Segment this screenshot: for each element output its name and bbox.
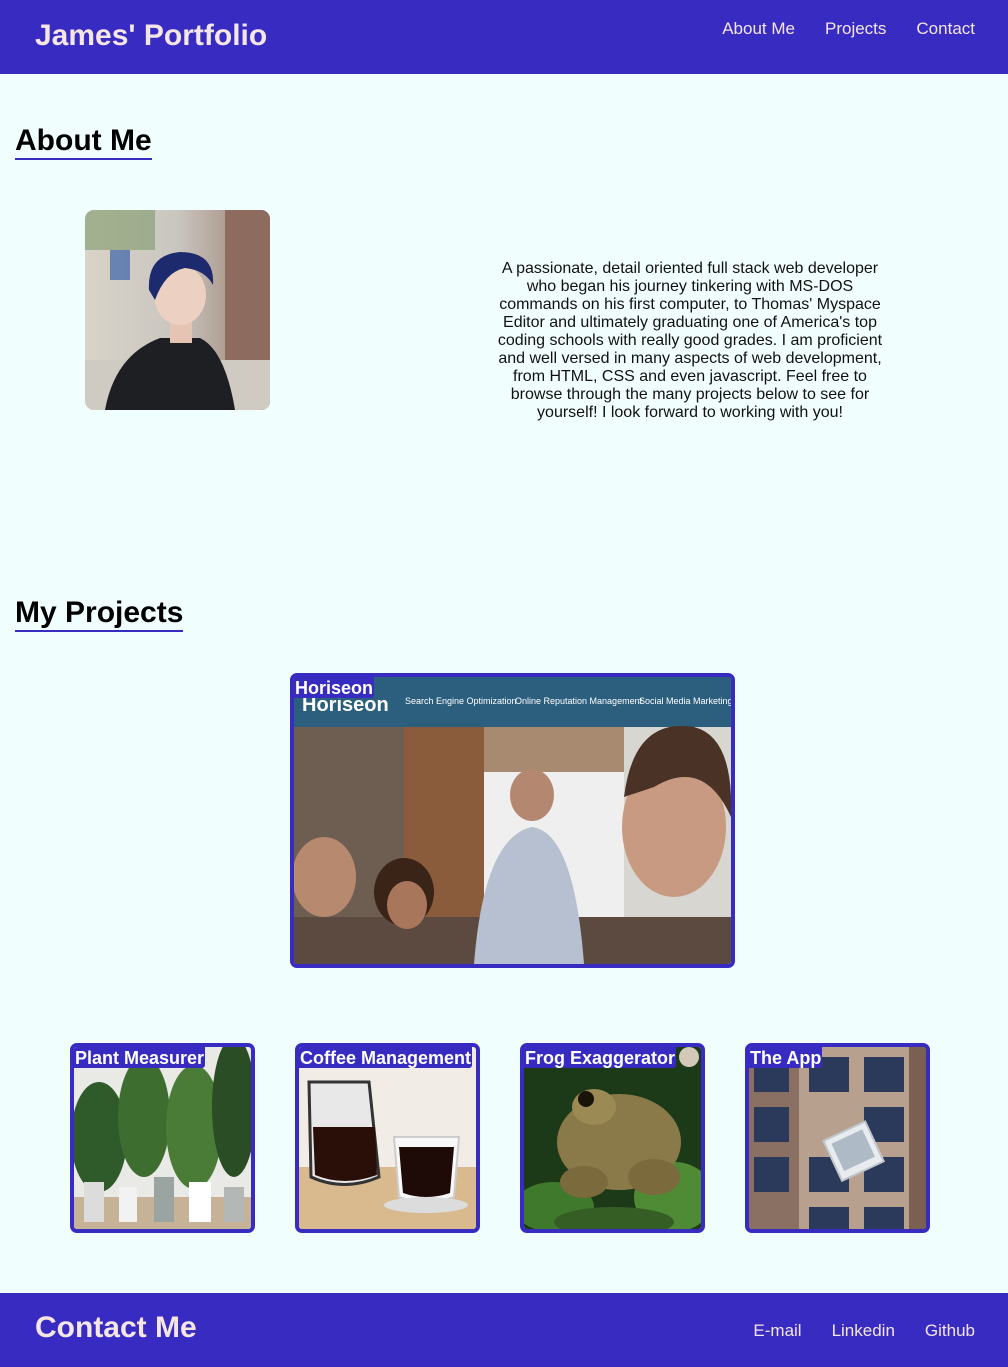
building-photo-icon xyxy=(749,1047,926,1229)
project-card-plant-measurer[interactable]: Plant Measurer xyxy=(70,1043,255,1233)
site-brand: James' Portfolio xyxy=(35,19,268,52)
nav-link-contact[interactable]: Contact xyxy=(916,19,975,39)
main-nav: About Me Projects Contact xyxy=(722,19,975,39)
linkedin-link[interactable]: Linkedin xyxy=(832,1321,895,1341)
bio-text: A passionate, detail oriented full stack… xyxy=(497,260,883,421)
about-heading: About Me xyxy=(15,124,152,160)
screenshot-nav-1: Search Engine Optimization xyxy=(405,696,517,706)
project-title: Horiseon xyxy=(294,677,375,698)
site-header: James' Portfolio About Me Projects Conta… xyxy=(0,0,1008,74)
projects-heading: My Projects xyxy=(15,596,184,632)
email-link[interactable]: E-mail xyxy=(753,1321,801,1341)
frog-photo-icon xyxy=(524,1047,701,1229)
coffee-photo-icon xyxy=(299,1047,476,1229)
project-title: The App xyxy=(749,1047,823,1068)
project-card-frog-exaggerator[interactable]: Frog Exaggerator xyxy=(520,1043,705,1233)
project-card-horiseon[interactable]: Horiseon Horiseon Search Engine Optimiza… xyxy=(290,673,735,968)
nav-link-projects[interactable]: Projects xyxy=(825,19,886,39)
project-title: Frog Exaggerator xyxy=(524,1047,677,1068)
site-footer: Contact Me E-mail Linkedin Github xyxy=(0,1293,1008,1367)
plants-photo-icon xyxy=(74,1047,251,1229)
horiseon-screenshot: Horiseon Search Engine Optimization Onli… xyxy=(294,677,731,964)
screenshot-nav-2: Online Reputation Management xyxy=(515,696,643,706)
footer-title: Contact Me xyxy=(35,1311,197,1344)
contact-links: E-mail Linkedin Github xyxy=(753,1321,975,1341)
profile-photo xyxy=(85,210,270,410)
screenshot-nav-3: Social Media Marketing xyxy=(639,696,731,706)
project-title: Plant Measurer xyxy=(74,1047,206,1068)
project-card-coffee-management[interactable]: Coffee Management xyxy=(295,1043,480,1233)
nav-link-about[interactable]: About Me xyxy=(722,19,795,39)
github-link[interactable]: Github xyxy=(925,1321,975,1341)
project-card-the-app[interactable]: The App xyxy=(745,1043,930,1233)
project-title: Coffee Management xyxy=(299,1047,473,1068)
